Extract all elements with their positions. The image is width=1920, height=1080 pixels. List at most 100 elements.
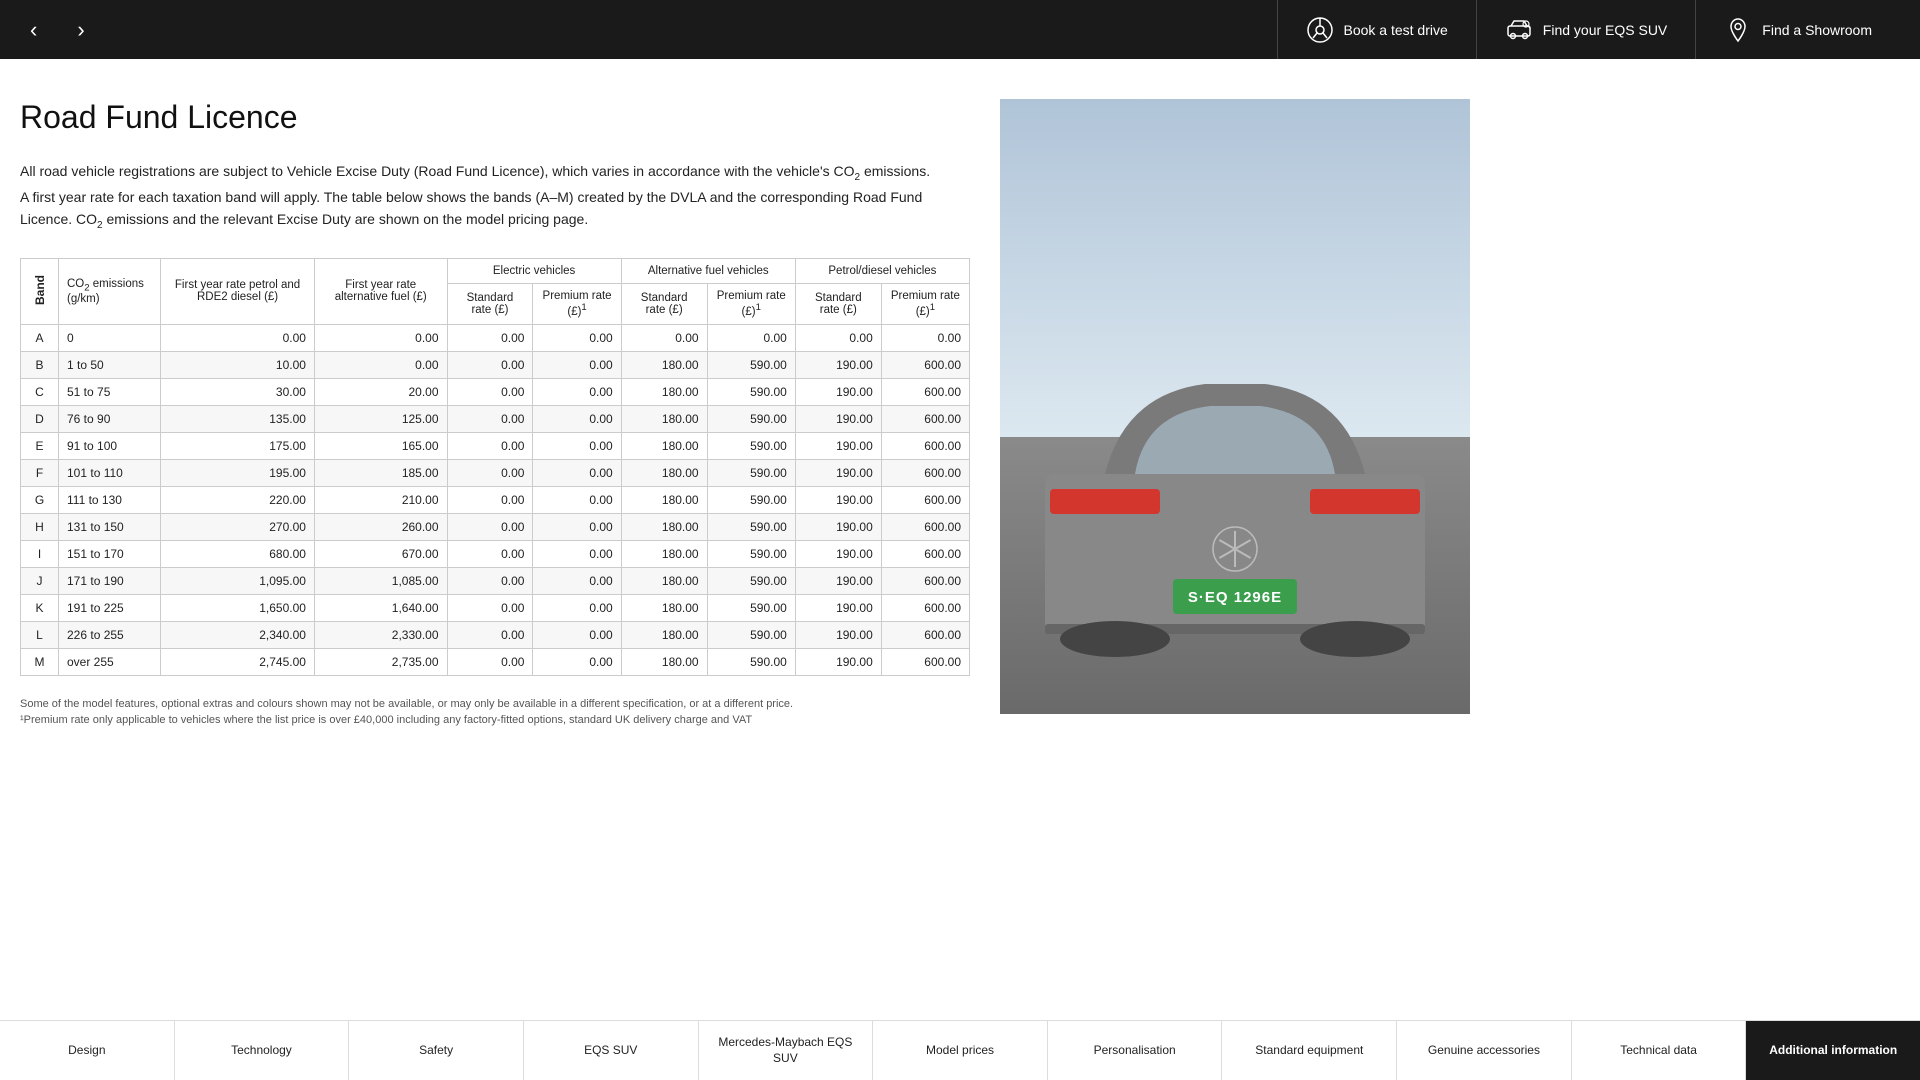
table-row: B 1 to 50 10.00 0.00 0.00 0.00 180.00 59… [21,351,970,378]
ev-prem-cell: 0.00 [533,378,621,405]
location-pin-icon [1724,16,1752,44]
ev-std-cell: 0.00 [447,567,533,594]
main-content: Road Fund Licence All road vehicle regis… [0,59,1920,749]
afv-prem-cell: 590.00 [707,405,795,432]
petrol-cell: 220.00 [161,486,315,513]
bottom-nav-standard-equipment[interactable]: Standard equipment [1222,1021,1397,1080]
pd-prem-cell: 600.00 [881,513,969,540]
afv-group-header: Alternative fuel vehicles [621,258,795,283]
find-eqs-suv-link[interactable]: Find your EQS SUV [1476,0,1696,59]
afv-prem-cell: 590.00 [707,486,795,513]
alt-cell: 165.00 [314,432,447,459]
pd-group-header: Petrol/diesel vehicles [795,258,969,283]
ev-std-cell: 0.00 [447,405,533,432]
bottom-nav-personalisation[interactable]: Personalisation [1048,1021,1223,1080]
alt-cell: 1,640.00 [314,594,447,621]
bottom-nav-safety[interactable]: Safety [349,1021,524,1080]
pd-std-cell: 190.00 [795,486,881,513]
car-search-icon [1505,16,1533,44]
table-row: H 131 to 150 270.00 260.00 0.00 0.00 180… [21,513,970,540]
ev-std-cell: 0.00 [447,459,533,486]
ev-std-cell: 0.00 [447,378,533,405]
pd-std-cell: 190.00 [795,648,881,675]
co2-cell: 226 to 255 [59,621,161,648]
band-cell: K [21,594,59,621]
afv-prem-cell: 590.00 [707,378,795,405]
bottom-nav-technical-data[interactable]: Technical data [1572,1021,1747,1080]
afv-prem-cell: 590.00 [707,459,795,486]
bottom-nav-technology[interactable]: Technology [175,1021,350,1080]
bottom-nav-mercedes-maybach[interactable]: Mercedes-Maybach EQS SUV [699,1021,874,1080]
bottom-nav-genuine-accessories[interactable]: Genuine accessories [1397,1021,1572,1080]
alt-cell: 670.00 [314,540,447,567]
ev-prem-cell: 0.00 [533,405,621,432]
bottom-nav-additional-information[interactable]: Additional information [1746,1021,1920,1080]
band-cell: I [21,540,59,567]
ev-prem-cell: 0.00 [533,540,621,567]
afv-prem-cell: 590.00 [707,594,795,621]
co2-cell: 131 to 150 [59,513,161,540]
pd-std-cell: 190.00 [795,621,881,648]
pd-prem-cell: 600.00 [881,567,969,594]
bottom-nav-eqs-suv[interactable]: EQS SUV [524,1021,699,1080]
pd-prem-cell: 600.00 [881,648,969,675]
pd-prem-cell: 600.00 [881,486,969,513]
pd-std-cell: 190.00 [795,567,881,594]
afv-std-cell: 180.00 [621,486,707,513]
alt-cell: 0.00 [314,324,447,351]
afv-prem-cell: 590.00 [707,351,795,378]
ev-prem-cell: 0.00 [533,432,621,459]
ev-prem-cell: 0.00 [533,513,621,540]
co2-header: CO2 emissions (g/km) [59,258,161,324]
table-row: E 91 to 100 175.00 165.00 0.00 0.00 180.… [21,432,970,459]
ev-std-cell: 0.00 [447,540,533,567]
find-showroom-label: Find a Showroom [1762,22,1872,38]
co2-cell: 111 to 130 [59,486,161,513]
ev-std-cell: 0.00 [447,432,533,459]
afv-std-header: Standard rate (£) [621,283,707,324]
nav-arrows: ‹ › [20,9,95,51]
ev-std-cell: 0.00 [447,594,533,621]
afv-std-cell: 180.00 [621,432,707,459]
petrol-cell: 2,340.00 [161,621,315,648]
bottom-nav-design[interactable]: Design [0,1021,175,1080]
pd-prem-cell: 600.00 [881,378,969,405]
afv-prem-cell: 590.00 [707,648,795,675]
afv-std-cell: 180.00 [621,648,707,675]
alt-cell: 0.00 [314,351,447,378]
description-text: All road vehicle registrations are subje… [20,160,940,234]
page-title: Road Fund Licence [20,99,970,136]
co2-cell: 51 to 75 [59,378,161,405]
afv-std-cell: 0.00 [621,324,707,351]
afv-std-cell: 180.00 [621,351,707,378]
pd-prem-cell: 600.00 [881,432,969,459]
afv-std-cell: 180.00 [621,540,707,567]
bottom-nav-model-prices[interactable]: Model prices [873,1021,1048,1080]
pd-std-cell: 190.00 [795,513,881,540]
book-test-drive-label: Book a test drive [1344,22,1448,38]
ev-prem-cell: 0.00 [533,621,621,648]
pd-prem-header: Premium rate (£)1 [881,283,969,324]
book-test-drive-link[interactable]: Book a test drive [1277,0,1476,59]
petrol-header: First year rate petrol and RDE2 diesel (… [161,258,315,324]
ev-prem-cell: 0.00 [533,567,621,594]
co2-cell: over 255 [59,648,161,675]
left-panel: Road Fund Licence All road vehicle regis… [20,99,970,729]
ev-prem-cell: 0.00 [533,594,621,621]
afv-prem-cell: 590.00 [707,513,795,540]
footnotes: Some of the model features, optional ext… [20,696,970,729]
afv-prem-cell: 590.00 [707,567,795,594]
pd-prem-cell: 600.00 [881,459,969,486]
back-button[interactable]: ‹ [20,9,47,51]
find-showroom-link[interactable]: Find a Showroom [1695,0,1900,59]
ev-prem-header: Premium rate (£)1 [533,283,621,324]
co2-cell: 101 to 110 [59,459,161,486]
petrol-cell: 30.00 [161,378,315,405]
pd-prem-cell: 600.00 [881,621,969,648]
forward-button[interactable]: › [67,9,94,51]
co2-cell: 0 [59,324,161,351]
table-row: D 76 to 90 135.00 125.00 0.00 0.00 180.0… [21,405,970,432]
afv-std-cell: 180.00 [621,459,707,486]
table-row: M over 255 2,745.00 2,735.00 0.00 0.00 1… [21,648,970,675]
afv-prem-cell: 590.00 [707,621,795,648]
